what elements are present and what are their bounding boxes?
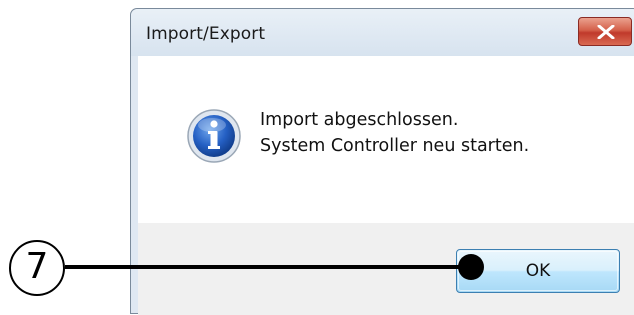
dialog-content: Import abgeschlossen. System Controller … [138, 56, 634, 223]
callout-line [65, 265, 469, 269]
callout-dot [458, 254, 484, 280]
info-icon [187, 109, 241, 163]
callout-number: 7 [9, 240, 65, 296]
dialog-footer: OK [138, 223, 634, 315]
message-line-2: System Controller neu starten. [260, 136, 530, 156]
ok-button-label: OK [525, 261, 551, 281]
dialog-message: Import abgeschlossen. System Controller … [260, 107, 529, 159]
message-line-1: Import abgeschlossen. [260, 110, 459, 130]
dialog-titlebar[interactable]: Import/Export [131, 9, 634, 56]
dialog-title: Import/Export [146, 24, 266, 44]
close-button[interactable] [578, 17, 632, 46]
close-icon [597, 25, 615, 39]
